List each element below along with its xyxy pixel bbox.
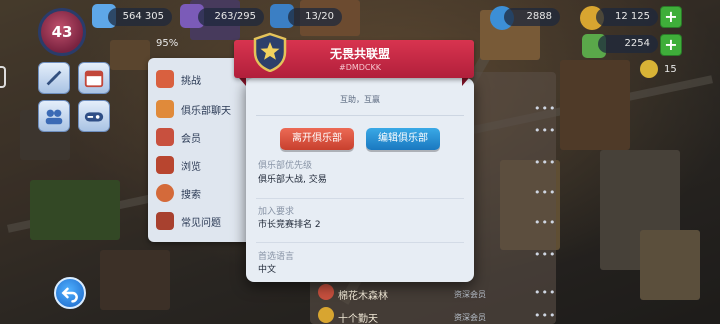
- more-options-icon[interactable]: •••: [534, 124, 556, 137]
- phone-edge-handle: [0, 66, 6, 88]
- tools-button[interactable]: [38, 62, 70, 94]
- gamepad-icon: [84, 112, 104, 122]
- member-avatar: [318, 284, 334, 300]
- back-arrow-icon: [61, 287, 78, 303]
- menu-item-browse[interactable]: 浏览: [156, 154, 256, 176]
- menu-item-club-chat[interactable]: 俱乐部聊天: [156, 98, 256, 120]
- more-options-icon[interactable]: •••: [534, 286, 556, 299]
- more-options-icon[interactable]: •••: [534, 216, 556, 229]
- buy-coins-button[interactable]: +: [660, 6, 682, 28]
- club-menu-panel: 挑战 俱乐部聊天 会员 浏览 搜索 常见问题: [148, 58, 260, 242]
- key-counter: 15: [664, 64, 677, 75]
- key-icon: [640, 60, 658, 78]
- club-name: 无畏共联盟: [329, 47, 390, 61]
- challenge-icon: [156, 70, 174, 88]
- members-icon: [156, 128, 174, 146]
- calendar-button[interactable]: [78, 62, 110, 94]
- more-options-icon[interactable]: •••: [534, 102, 556, 115]
- bills-counter: 2254: [598, 35, 658, 53]
- menu-item-label: 常见问题: [181, 217, 221, 229]
- chat-icon: [156, 100, 174, 118]
- member-role: 资深会员: [454, 290, 486, 299]
- divider: [256, 242, 464, 243]
- priority-value: 俱乐部大战, 交易: [258, 175, 327, 185]
- menu-item-label: 会员: [181, 133, 201, 145]
- more-options-icon[interactable]: •••: [534, 309, 556, 322]
- member-name: 棉花木森林: [338, 291, 388, 302]
- progress-percent: 95%: [156, 38, 179, 49]
- builder-counter: 13/20: [288, 8, 342, 26]
- divider: [256, 198, 464, 199]
- language-value: 中文: [258, 265, 277, 275]
- leave-club-button[interactable]: 离开俱乐部: [280, 128, 354, 150]
- population-counter: 564 305: [108, 8, 172, 26]
- more-options-icon[interactable]: •••: [534, 186, 556, 199]
- browse-icon: [156, 156, 174, 174]
- edit-club-button[interactable]: 编辑俱乐部: [366, 128, 440, 150]
- club-description: 互助，互赢: [340, 95, 380, 104]
- buy-bills-button[interactable]: +: [660, 34, 682, 56]
- member-avatar: [318, 307, 334, 323]
- gem-counter: 2888: [504, 8, 560, 26]
- faq-icon: [156, 212, 174, 230]
- club-emblem-icon: [253, 32, 287, 72]
- member-name: 十个勤天: [338, 314, 378, 324]
- menu-item-search[interactable]: 搜索: [156, 182, 256, 204]
- games-button[interactable]: [78, 100, 110, 132]
- calendar-icon: [84, 70, 104, 88]
- member-role: 资深会员: [454, 313, 486, 322]
- menu-item-label: 浏览: [181, 161, 201, 173]
- storage-counter: 263/295: [198, 8, 264, 26]
- menu-item-label: 搜索: [181, 189, 201, 201]
- coin-counter: 12 125: [596, 8, 658, 26]
- club-tag: #DMDCKK: [338, 63, 381, 72]
- menu-item-label: 俱乐部聊天: [181, 105, 231, 117]
- more-options-icon[interactable]: •••: [534, 248, 556, 261]
- level-badge[interactable]: 43: [38, 8, 86, 56]
- tools-icon: [46, 70, 62, 86]
- friends-icon: [45, 109, 63, 125]
- join-requirement-label: 加入要求: [258, 207, 295, 217]
- priority-label: 俱乐部优先级: [258, 161, 313, 171]
- join-requirement-value: 市长竞赛排名 2: [258, 220, 321, 230]
- menu-item-label: 挑战: [181, 75, 201, 87]
- friends-button[interactable]: [38, 100, 70, 132]
- more-options-icon[interactable]: •••: [534, 156, 556, 169]
- menu-item-faq[interactable]: 常见问题: [156, 210, 256, 232]
- back-button[interactable]: [54, 277, 86, 309]
- search-icon: [156, 184, 174, 202]
- language-label: 首选语言: [258, 252, 295, 262]
- menu-item-members[interactable]: 会员: [156, 126, 256, 148]
- divider: [256, 115, 464, 116]
